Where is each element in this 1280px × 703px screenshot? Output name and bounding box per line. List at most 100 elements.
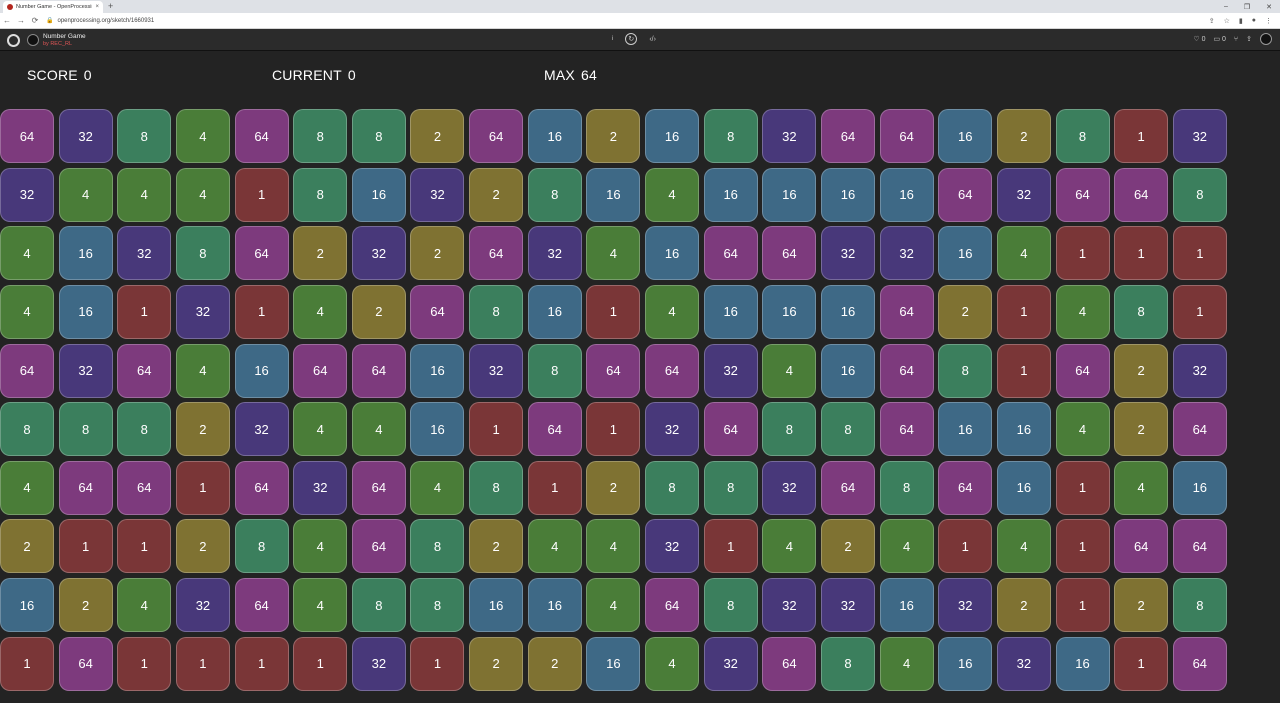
number-tile[interactable]: 32 [820,578,875,633]
number-tile[interactable]: 8 [527,343,582,398]
number-tile[interactable]: 8 [1055,109,1110,163]
number-tile[interactable]: 32 [645,519,700,574]
number-tile[interactable]: 64 [1114,167,1169,222]
number-tile[interactable]: 64 [586,343,641,398]
number-tile[interactable]: 32 [1172,109,1227,163]
number-tile[interactable]: 64 [1172,402,1227,457]
number-tile[interactable]: 64 [938,460,993,515]
number-tile[interactable]: 1 [527,460,582,515]
number-tile[interactable]: 16 [703,284,758,339]
number-tile[interactable]: 2 [175,519,230,574]
number-tile[interactable]: 1 [410,636,465,691]
number-tile[interactable]: 1 [58,519,113,574]
number-tile[interactable]: 4 [293,402,348,457]
profile-icon[interactable]: ● [1252,17,1256,25]
number-tile[interactable]: 1 [1114,109,1169,163]
number-tile[interactable]: 64 [234,578,289,633]
number-tile[interactable]: 32 [527,226,582,281]
number-tile[interactable]: 8 [879,460,934,515]
number-tile[interactable]: 4 [293,578,348,633]
number-tile[interactable]: 64 [351,460,406,515]
number-tile[interactable]: 8 [527,167,582,222]
number-tile[interactable]: 16 [703,167,758,222]
number-tile[interactable]: 1 [996,284,1051,339]
number-tile[interactable]: 64 [58,636,113,691]
number-tile[interactable]: 64 [879,343,934,398]
number-tile[interactable]: 64 [879,402,934,457]
number-tile[interactable]: 4 [879,519,934,574]
number-tile[interactable]: 2 [1114,402,1169,457]
number-tile[interactable]: 4 [586,519,641,574]
number-tile[interactable]: 32 [645,402,700,457]
number-tile[interactable]: 8 [351,578,406,633]
number-tile[interactable]: 32 [58,343,113,398]
number-tile[interactable]: 32 [996,167,1051,222]
number-tile[interactable]: 64 [1055,167,1110,222]
number-tile[interactable]: 32 [351,636,406,691]
number-tile[interactable]: 16 [527,578,582,633]
number-tile[interactable]: 32 [703,636,758,691]
number-tile[interactable]: 64 [410,284,465,339]
number-tile[interactable]: 2 [527,636,582,691]
share-icon[interactable]: ⇪ [1209,17,1215,25]
number-tile[interactable]: 16 [527,284,582,339]
number-tile[interactable]: 16 [938,226,993,281]
number-tile[interactable]: 64 [879,109,934,163]
number-tile[interactable]: 1 [586,402,641,457]
number-tile[interactable]: 32 [996,636,1051,691]
number-tile[interactable]: 16 [645,109,700,163]
restore-icon[interactable]: ❐ [1244,3,1250,11]
number-tile[interactable]: 64 [351,519,406,574]
number-tile[interactable]: 4 [175,167,230,222]
browser-tab[interactable]: Number Game - OpenProcessing × [3,1,103,13]
number-tile[interactable]: 4 [1055,284,1110,339]
number-tile[interactable]: 16 [762,284,817,339]
number-tile[interactable]: 2 [351,284,406,339]
number-tile[interactable]: 4 [175,343,230,398]
number-tile[interactable]: 16 [234,343,289,398]
number-tile[interactable]: 4 [117,578,172,633]
number-tile[interactable]: 4 [293,284,348,339]
number-tile[interactable]: 16 [879,578,934,633]
number-tile[interactable]: 32 [293,460,348,515]
number-tile[interactable]: 8 [820,402,875,457]
number-tile[interactable]: 16 [762,167,817,222]
number-tile[interactable]: 1 [996,343,1051,398]
number-tile[interactable]: 64 [0,343,54,398]
number-tile[interactable]: 1 [234,167,289,222]
number-tile[interactable]: 8 [175,226,230,281]
number-tile[interactable]: 32 [117,226,172,281]
number-tile[interactable]: 1 [175,460,230,515]
number-tile[interactable]: 2 [586,460,641,515]
number-tile[interactable]: 2 [175,402,230,457]
number-tile[interactable]: 16 [996,460,1051,515]
number-tile[interactable]: 64 [820,109,875,163]
number-tile[interactable]: 16 [586,636,641,691]
number-tile[interactable]: 64 [234,460,289,515]
number-tile[interactable]: 16 [410,402,465,457]
number-tile[interactable]: 1 [1114,226,1169,281]
number-tile[interactable]: 16 [820,167,875,222]
number-tile[interactable]: 1 [586,284,641,339]
number-tile[interactable]: 8 [645,460,700,515]
number-tile[interactable]: 1 [1172,284,1227,339]
number-tile[interactable]: 16 [410,343,465,398]
number-tile[interactable]: 2 [469,519,524,574]
number-tile[interactable]: 32 [469,343,524,398]
number-tile[interactable]: 4 [996,226,1051,281]
number-tile[interactable]: 2 [410,226,465,281]
number-tile[interactable]: 32 [820,226,875,281]
number-tile[interactable]: 1 [234,284,289,339]
number-tile[interactable]: 8 [410,519,465,574]
number-tile[interactable]: 8 [469,460,524,515]
number-tile[interactable]: 32 [410,167,465,222]
number-tile[interactable]: 8 [234,519,289,574]
number-tile[interactable]: 8 [820,636,875,691]
reload-icon[interactable]: ⟳ [28,16,42,25]
number-tile[interactable]: 1 [703,519,758,574]
number-tile[interactable]: 64 [645,343,700,398]
number-tile[interactable]: 64 [820,460,875,515]
number-tile[interactable]: 8 [293,109,348,163]
number-tile[interactable]: 32 [175,284,230,339]
number-tile[interactable]: 64 [0,109,54,163]
